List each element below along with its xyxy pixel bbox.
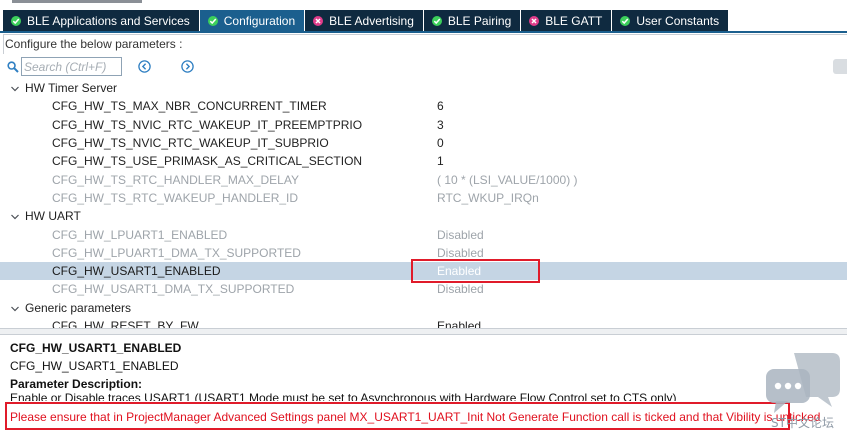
search-bar xyxy=(0,55,847,79)
scroll-nub xyxy=(12,0,142,3)
parameter-row[interactable]: CFG_HW_TS_RTC_HANDLER_MAX_DELAY ( 10 * (L… xyxy=(0,171,847,189)
status-check-icon xyxy=(11,15,21,26)
status-check-icon xyxy=(620,15,631,26)
tree-group-row[interactable]: Generic parameters xyxy=(0,299,847,317)
tab-label: BLE Applications and Services xyxy=(27,13,190,28)
side-panel-toggle[interactable] xyxy=(833,59,847,74)
status-check-icon xyxy=(207,15,218,26)
parameter-value[interactable]: 6 xyxy=(437,99,444,113)
parameter-row[interactable]: CFG_HW_TS_NVIC_RTC_WAKEUP_IT_PREEMPTPRIO… xyxy=(0,116,847,134)
highlight-box-warning xyxy=(5,402,790,430)
tab-ble-advertising[interactable]: BLE Advertising xyxy=(305,10,423,31)
status-check-icon xyxy=(431,15,442,26)
configure-header: Configure the below parameters : xyxy=(5,37,183,51)
parameter-row[interactable]: CFG_HW_TS_MAX_NBR_CONCURRENT_TIMER 6 xyxy=(0,97,847,115)
parameter-name: CFG_HW_TS_NVIC_RTC_WAKEUP_IT_PREEMPTPRIO xyxy=(52,117,363,132)
chevron-down-icon[interactable] xyxy=(10,83,20,93)
parameter-description-heading: Parameter Description: xyxy=(10,377,143,391)
tab-label: BLE Advertising xyxy=(329,13,414,28)
description-subtitle: CFG_HW_USART1_ENABLED xyxy=(10,359,179,373)
chevron-down-icon[interactable] xyxy=(10,303,20,313)
tab-ble-applications-and-services[interactable]: BLE Applications and Services xyxy=(3,10,199,31)
chevron-down-icon[interactable] xyxy=(10,211,20,221)
parameter-row[interactable]: CFG_HW_TS_NVIC_RTC_WAKEUP_IT_SUBPRIO 0 xyxy=(0,134,847,152)
parameter-value: RTC_WKUP_IRQn xyxy=(437,190,539,205)
parameter-value: Disabled xyxy=(437,282,484,297)
parameter-value[interactable]: 1 xyxy=(437,154,444,168)
tab-label: BLE GATT xyxy=(545,13,603,28)
description-title: CFG_HW_USART1_ENABLED xyxy=(10,341,182,355)
parameter-value[interactable]: Enabled xyxy=(437,319,481,328)
status-error-icon xyxy=(313,15,324,26)
search-icon xyxy=(7,61,19,73)
tree-group-row[interactable]: HW UART xyxy=(0,207,847,225)
parameter-value[interactable]: 0 xyxy=(437,136,444,150)
tab-configuration[interactable]: Configuration xyxy=(199,10,305,31)
parameter-row[interactable]: CFG_HW_RESET_BY_FW Enabled xyxy=(0,317,847,328)
parameter-name: CFG_HW_RESET_BY_FW xyxy=(52,319,199,328)
parameter-name: CFG_HW_USART1_ENABLED xyxy=(52,264,221,279)
parameter-row[interactable]: CFG_HW_LPUART1_ENABLED Disabled xyxy=(0,225,847,243)
tab-list: BLE Applications and Services Configurati… xyxy=(3,10,729,31)
tab-bar: BLE Applications and Services Configurati… xyxy=(0,10,847,31)
parameter-row[interactable]: CFG_HW_USART1_DMA_TX_SUPPORTED Disabled xyxy=(0,280,847,298)
parameter-row[interactable]: CFG_HW_TS_USE_PRIMASK_AS_CRITICAL_SECTIO… xyxy=(0,152,847,170)
parameter-tree: HW Timer Server CFG_HW_TS_MAX_NBR_CONCURR… xyxy=(0,79,847,328)
search-input[interactable] xyxy=(21,57,122,76)
search-previous-icon[interactable] xyxy=(138,60,151,73)
parameter-value[interactable]: 3 xyxy=(437,118,444,132)
tab-label: Configuration xyxy=(223,13,296,28)
panel-splitter[interactable] xyxy=(0,328,847,335)
parameter-row[interactable]: CFG_HW_TS_RTC_WAKEUP_HANDLER_ID RTC_WKUP_… xyxy=(0,189,847,207)
group-name: HW UART xyxy=(25,209,81,224)
tab-ble-pairing[interactable]: BLE Pairing xyxy=(423,10,521,31)
status-error-icon xyxy=(529,15,540,26)
tab-ble-gatt[interactable]: BLE GATT xyxy=(521,10,612,31)
parameter-name: CFG_HW_TS_USE_PRIMASK_AS_CRITICAL_SECTIO… xyxy=(52,154,363,169)
tab-underline xyxy=(0,31,847,33)
parameter-name: CFG_HW_LPUART1_DMA_TX_SUPPORTED xyxy=(52,245,301,260)
parameter-value: Disabled xyxy=(437,245,484,260)
parameter-value: ( 10 * (LSI_VALUE/1000) ) xyxy=(437,172,578,187)
parameter-name: CFG_HW_TS_NVIC_RTC_WAKEUP_IT_SUBPRIO xyxy=(52,136,329,151)
tab-label: BLE Pairing xyxy=(447,13,512,28)
group-name: HW Timer Server xyxy=(25,81,118,96)
search-next-icon[interactable] xyxy=(181,60,194,73)
group-name: Generic parameters xyxy=(25,300,132,315)
highlight-box-enabled-value xyxy=(411,259,540,283)
forum-watermark: ST中文论坛 xyxy=(771,416,834,430)
parameter-name: CFG_HW_USART1_DMA_TX_SUPPORTED xyxy=(52,282,295,297)
parameter-name: CFG_HW_TS_MAX_NBR_CONCURRENT_TIMER xyxy=(52,99,327,114)
parameter-name: CFG_HW_TS_RTC_HANDLER_MAX_DELAY xyxy=(52,172,299,187)
parameter-value: Disabled xyxy=(437,227,484,242)
parameter-name: CFG_HW_TS_RTC_WAKEUP_HANDLER_ID xyxy=(52,190,299,205)
tab-user-constants[interactable]: User Constants xyxy=(612,10,729,31)
top-strip xyxy=(0,0,847,10)
tree-group-row[interactable]: HW Timer Server xyxy=(0,79,847,97)
tab-label: User Constants xyxy=(636,13,720,28)
parameter-name: CFG_HW_LPUART1_ENABLED xyxy=(52,227,228,242)
